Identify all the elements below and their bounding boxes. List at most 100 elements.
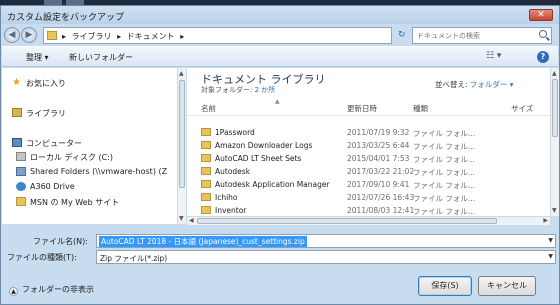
folder-icon — [201, 206, 211, 214]
scroll-left-icon[interactable]: ◀ — [189, 217, 194, 224]
arrange-by: 並べ替え: フォルダー ▾ — [435, 79, 514, 90]
folder-icon — [201, 167, 211, 175]
star-icon: ★ — [12, 77, 21, 88]
nav-item-label: コンピューター — [26, 139, 82, 148]
search-box[interactable] — [412, 27, 552, 44]
help-icon[interactable]: ? — [537, 51, 549, 63]
file-row[interactable]: Amazon Downloader Logs 2013/03/25 6:44 フ… — [187, 139, 550, 152]
forward-button[interactable]: ▶ — [21, 27, 37, 43]
column-header-date[interactable]: 更新日時 — [347, 103, 377, 114]
file-date: 2011/08/03 12:41 — [347, 206, 415, 215]
file-type: ファイル フォル... — [413, 129, 476, 138]
scroll-thumb[interactable] — [197, 218, 497, 224]
file-row[interactable]: Autodesk Application Manager 2017/09/10 … — [187, 178, 550, 191]
file-row[interactable]: AutoCAD LT Sheet Sets 2015/04/01 7:53 ファ… — [187, 152, 550, 165]
save-dialog: カスタム設定をバックアップ ✕ ◀ ▶ ▸ ライブラリ ▸ ドキュメント ▸ ▾… — [0, 5, 560, 305]
sort-ascending-icon: ▲ — [275, 98, 280, 105]
column-header-size[interactable]: サイズ — [511, 103, 533, 114]
address-bar[interactable]: ▸ ライブラリ ▸ ドキュメント ▸ ▾ — [43, 27, 430, 44]
library-subtitle-prefix: 対象フォルダー: — [201, 86, 255, 94]
filename-label: ファイル名(N): — [33, 237, 88, 246]
scroll-up-icon[interactable]: ▲ — [179, 70, 184, 77]
breadcrumb-separator: ▸ — [117, 32, 122, 41]
close-button[interactable]: ✕ — [529, 9, 553, 21]
scroll-down-icon[interactable]: ▼ — [179, 215, 184, 222]
scroll-thumb[interactable] — [552, 79, 558, 137]
nav-item-label: MSN の My Web サイト — [30, 198, 120, 207]
navigation-pane[interactable]: ★ お気に入り ライブラリ コンピューター ローカル ディスク (C:) Sha… — [2, 68, 178, 224]
breadcrumb-item-library[interactable]: ライブラリ — [72, 32, 112, 41]
file-row[interactable]: Ichiho 2012/07/26 16:43 ファイル フォル... — [187, 191, 550, 204]
network-drive-icon — [16, 167, 26, 176]
back-button[interactable]: ◀ — [4, 27, 20, 43]
nav-item-favorites[interactable]: ★ お気に入り — [12, 78, 66, 89]
nav-item-label: A360 Drive — [30, 182, 75, 191]
location-count-link[interactable]: 2 か所 — [255, 86, 276, 94]
filetype-dropdown-icon[interactable]: ▼ — [548, 253, 553, 260]
breadcrumb: ▸ ライブラリ ▸ ドキュメント ▸ — [62, 31, 187, 42]
scroll-thumb[interactable] — [179, 80, 185, 188]
save-button[interactable]: 保存(S) — [418, 276, 472, 296]
folder-icon — [201, 141, 211, 149]
nav-item-a360-drive[interactable]: A360 Drive — [16, 182, 75, 191]
breadcrumb-item-documents[interactable]: ドキュメント — [127, 32, 175, 41]
arrange-by-dropdown[interactable]: フォルダー ▾ — [470, 80, 514, 89]
search-icon[interactable] — [539, 30, 547, 38]
file-date: 2017/09/10 9:41 — [347, 180, 410, 189]
filename-value: AutoCAD LT 2018 - 日本語 (Japanese)_cust_se… — [99, 236, 307, 247]
file-name: Autodesk Application Manager — [215, 180, 330, 189]
scroll-right-icon[interactable]: ▶ — [543, 217, 548, 224]
file-row[interactable]: 1Password 2011/07/19 9:32 ファイル フォル... — [187, 126, 550, 139]
chevron-up-icon: ▲ — [9, 287, 18, 296]
file-date: 2012/07/26 16:43 — [347, 193, 415, 202]
file-date: 2013/03/25 6:44 — [347, 141, 410, 150]
new-folder-button[interactable]: 新しいフォルダー — [69, 52, 133, 63]
file-row[interactable]: Autodesk 2017/03/22 21:02 ファイル フォル... — [187, 165, 550, 178]
file-row[interactable]: Inventor 2011/08/03 12:41 ファイル フォル... — [187, 204, 550, 216]
file-list-horizontal-scrollbar[interactable]: ◀ ▶ — [187, 216, 550, 225]
views-button[interactable]: ☷ ▾ — [486, 51, 501, 61]
nav-item-libraries[interactable]: ライブラリ — [12, 108, 66, 119]
filetype-value: Zip ファイル(*.zip) — [100, 254, 168, 263]
nav-item-msn-web[interactable]: MSN の My Web サイト — [16, 197, 120, 208]
column-header-type[interactable]: 種類 — [413, 103, 428, 114]
nav-item-label: お気に入り — [26, 79, 66, 88]
file-type: ファイル フォル... — [413, 142, 476, 151]
nav-item-local-disk[interactable]: ローカル ディスク (C:) — [16, 152, 113, 163]
file-list-pane[interactable]: ドキュメント ライブラリ 対象フォルダー: 2 か所 並べ替え: フォルダー ▾… — [187, 68, 550, 216]
nav-scrollbar[interactable]: ▲ ▼ — [177, 68, 186, 224]
nav-item-computer[interactable]: コンピューター — [12, 138, 82, 149]
file-list-vertical-scrollbar[interactable]: ▲ ▼ — [550, 68, 559, 216]
hide-folders-toggle[interactable]: ▲ フォルダーの非表示 — [9, 284, 94, 296]
file-name: Ichiho — [215, 193, 238, 202]
folder-icon — [201, 128, 211, 136]
file-date: 2017/03/22 21:02 — [347, 167, 415, 176]
nav-item-label: ライブラリ — [26, 109, 66, 118]
filename-field[interactable]: AutoCAD LT 2018 - 日本語 (Japanese)_cust_se… — [96, 234, 556, 248]
file-date: 2011/07/19 9:32 — [347, 128, 410, 137]
column-header-row: 名前 ▲ 更新日時 種類 サイズ — [187, 98, 550, 116]
library-icon — [12, 108, 22, 117]
computer-icon — [12, 138, 22, 147]
file-type: ファイル フォル... — [413, 194, 476, 203]
folder-icon — [201, 193, 211, 201]
library-subtitle: 対象フォルダー: 2 か所 — [201, 85, 275, 95]
nav-item-shared-folders[interactable]: Shared Folders (\\vmware-host) (Z — [16, 167, 167, 176]
arrange-label: 並べ替え: — [435, 80, 470, 89]
file-name: 1Password — [215, 128, 255, 137]
refresh-icon[interactable]: ↻ — [398, 30, 406, 40]
scroll-down-icon[interactable]: ▼ — [552, 207, 557, 214]
folder-icon — [201, 154, 211, 162]
breadcrumb-separator: ▸ — [180, 32, 185, 41]
command-bar: 整理 ▾ 新しいフォルダー ☷ ▾ ? — [2, 46, 558, 67]
column-header-name[interactable]: 名前 — [201, 103, 216, 114]
breadcrumb-separator: ▸ — [62, 32, 67, 41]
address-row: ◀ ▶ ▸ ライブラリ ▸ ドキュメント ▸ ▾ ↻ — [1, 24, 559, 46]
filename-dropdown-icon[interactable]: ▼ — [548, 237, 553, 244]
organize-button[interactable]: 整理 ▾ — [26, 52, 49, 63]
window-title: カスタム設定をバックアップ — [7, 13, 125, 23]
cancel-button[interactable]: キャンセル — [478, 276, 536, 296]
filetype-select[interactable]: Zip ファイル(*.zip) ▼ — [96, 250, 556, 264]
scroll-up-icon[interactable]: ▲ — [552, 70, 557, 77]
search-input[interactable] — [417, 29, 535, 43]
